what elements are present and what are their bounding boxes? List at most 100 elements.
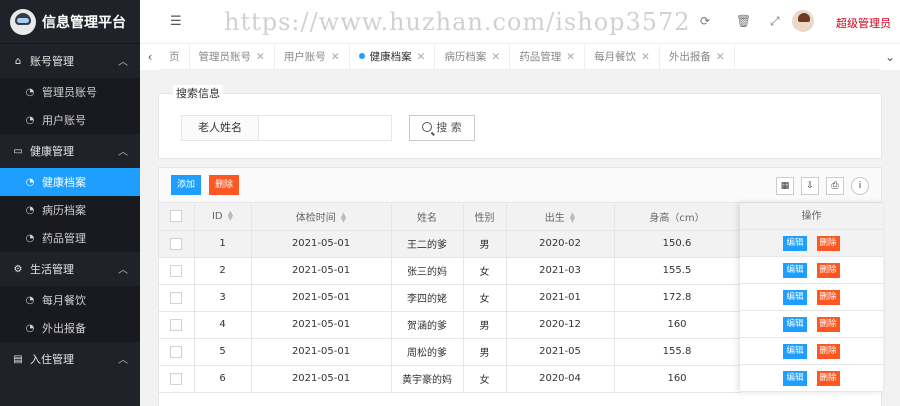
- edit-button[interactable]: 编辑: [783, 316, 807, 332]
- select-all-cell[interactable]: [159, 203, 195, 231]
- tab-medicine[interactable]: 药品管理 ✕: [510, 44, 586, 70]
- tab-outing-report[interactable]: 外出报备 ✕: [660, 44, 735, 70]
- item-label: 病历档案: [42, 204, 86, 217]
- close-icon[interactable]: ✕: [566, 51, 575, 63]
- table-row[interactable]: 4 2021-05-01 贺涵的爹男 2020-12 160: [159, 311, 741, 339]
- chevron-up-icon: ︿: [118, 57, 128, 68]
- add-button[interactable]: 添加: [171, 175, 202, 195]
- tab-medical-record[interactable]: 病历档案 ✕: [435, 44, 511, 70]
- row-select-cell[interactable]: [159, 230, 195, 258]
- edit-button[interactable]: 编辑: [783, 343, 807, 359]
- row-select-cell[interactable]: [159, 311, 195, 339]
- close-icon[interactable]: ✕: [716, 51, 725, 63]
- sidebar-item-monthly-meal[interactable]: ◔ 每月餐饮: [0, 286, 140, 314]
- columns-filter-icon[interactable]: ▦: [776, 177, 794, 195]
- col-header-date[interactable]: 体检时间 ▲ ▼: [251, 203, 392, 231]
- refresh-icon[interactable]: ⟳: [700, 14, 710, 28]
- delete-button[interactable]: 删除: [209, 175, 240, 195]
- chevron-up-icon: ︿: [118, 265, 128, 276]
- row-checkbox[interactable]: [170, 372, 183, 385]
- name-search-input[interactable]: [258, 115, 392, 141]
- cell-name: 王二的爹: [391, 230, 464, 258]
- sidebar-item-medical-record[interactable]: ◔ 病历档案: [0, 196, 140, 224]
- tab-user-account[interactable]: 用户账号 ✕: [275, 44, 350, 70]
- sidebar-group-life[interactable]: ⚙ 生活管理 ︿: [0, 252, 140, 286]
- cell-birth: 2020-04: [506, 365, 615, 393]
- sidebar-group-checkin[interactable]: ▤ 入住管理 ︿: [0, 342, 140, 376]
- gauge-icon: ◔: [25, 322, 35, 334]
- cell-height: 150.6: [614, 230, 741, 258]
- sidebar-item-outing-report[interactable]: ◔ 外出报备: [0, 314, 140, 342]
- col-header-birth[interactable]: 出生 ▲ ▼: [506, 203, 615, 231]
- sidebar-item-medicine[interactable]: ◔ 药品管理: [0, 224, 140, 252]
- table-row[interactable]: 1 2021-05-01 王二的爹男 2020-02 150.6: [159, 230, 741, 258]
- chevron-up-icon: ︿: [118, 355, 128, 366]
- fullscreen-icon[interactable]: ⤢: [770, 14, 780, 29]
- row-delete-button[interactable]: 删除: [816, 235, 840, 251]
- menu-toggle-icon[interactable]: ☰: [170, 14, 182, 29]
- table-row[interactable]: 2 2021-05-01 张三的妈女 2021-03 155.5: [159, 257, 741, 285]
- sort-icon[interactable]: ▲ ▼: [570, 211, 575, 223]
- edit-button[interactable]: 编辑: [783, 370, 807, 386]
- row-checkbox[interactable]: [170, 345, 183, 358]
- trash-icon[interactable]: 🗑: [736, 14, 751, 28]
- close-icon[interactable]: ✕: [417, 51, 426, 63]
- cell-height: 160: [614, 365, 741, 393]
- tab-monthly-meal[interactable]: 每月餐饮 ✕: [585, 44, 660, 70]
- export-icon[interactable]: ⇩: [801, 177, 819, 195]
- tab-health-record[interactable]: 健康档案 ✕: [350, 44, 436, 70]
- print-icon[interactable]: ⎙: [826, 177, 844, 195]
- sort-icon[interactable]: ▲ ▼: [228, 209, 233, 221]
- sidebar-group-account[interactable]: ⌂ 账号管理 ︿: [0, 44, 140, 78]
- close-icon[interactable]: ✕: [641, 51, 650, 63]
- select-all-checkbox[interactable]: [170, 210, 183, 223]
- edit-button[interactable]: 编辑: [783, 289, 807, 305]
- table-row[interactable]: 5 2021-05-01 周松的爹男 2021-05 155.8: [159, 338, 741, 366]
- sidebar-group-health[interactable]: ▭ 健康管理 ︿: [0, 134, 140, 168]
- row-delete-button[interactable]: 删除: [816, 370, 840, 386]
- row-select-cell[interactable]: [159, 284, 195, 312]
- cell-birth: 2021-01: [506, 284, 615, 312]
- app-logo[interactable]: 信息管理平台: [0, 0, 140, 44]
- row-checkbox[interactable]: [170, 318, 183, 331]
- row-delete-button[interactable]: 删除: [816, 316, 840, 332]
- row-delete-button[interactable]: 删除: [816, 289, 840, 305]
- search-button[interactable]: 搜 索: [409, 115, 475, 141]
- col-header-id[interactable]: ID ▲ ▼: [194, 203, 252, 231]
- row-delete-button[interactable]: 删除: [816, 262, 840, 278]
- col-label: ID: [211, 210, 223, 222]
- user-avatar[interactable]: [792, 10, 814, 32]
- table-header-row: ID ▲ ▼ 体检时间 ▲ ▼ 姓名 性别 出生 ▲ ▼ 身高（cm）: [159, 203, 741, 231]
- sort-icon[interactable]: ▲ ▼: [341, 211, 346, 223]
- tab-scroll-left-icon[interactable]: ‹: [140, 44, 160, 70]
- row-delete-button[interactable]: 删除: [816, 343, 840, 359]
- search-legend: 搜索信息: [173, 85, 223, 101]
- row-checkbox[interactable]: [170, 291, 183, 304]
- row-select-cell[interactable]: [159, 257, 195, 285]
- tab-admin-account[interactable]: 管理员账号 ✕: [190, 44, 275, 70]
- sidebar-item-admin-account[interactable]: ◔ 管理员账号: [0, 78, 140, 106]
- close-icon[interactable]: ✕: [256, 51, 265, 63]
- row-select-cell[interactable]: [159, 338, 195, 366]
- edit-button[interactable]: 编辑: [783, 262, 807, 278]
- tab-dropdown-icon[interactable]: ⌄: [880, 44, 900, 70]
- table-row[interactable]: 3 2021-05-01 李四的姥女 2021-01 172.8: [159, 284, 741, 312]
- tab-home[interactable]: 页: [160, 44, 190, 70]
- user-name[interactable]: 超级管理员: [836, 15, 891, 31]
- sidebar-item-user-account[interactable]: ◔ 用户账号: [0, 106, 140, 134]
- info-icon[interactable]: i: [851, 177, 869, 195]
- tab-label: 管理员账号: [198, 51, 252, 63]
- close-icon[interactable]: ✕: [331, 51, 340, 63]
- item-label: 每月餐饮: [42, 294, 86, 307]
- cell-date: 2021-05-01: [251, 284, 392, 312]
- row-select-cell[interactable]: [159, 365, 195, 393]
- sidebar-item-health-record[interactable]: ◔ 健康档案: [0, 168, 140, 196]
- row-checkbox[interactable]: [170, 264, 183, 277]
- edit-button[interactable]: 编辑: [783, 235, 807, 251]
- cell-id: 6: [194, 365, 252, 393]
- close-icon[interactable]: ✕: [491, 51, 500, 63]
- table-row[interactable]: 6 2021-05-01 黄宇豪的妈女 2020-04 160: [159, 365, 741, 393]
- row-checkbox[interactable]: [170, 237, 183, 250]
- tab-bar: ‹ 页 管理员账号 ✕ 用户账号 ✕ 健康档案 ✕ 病历档案 ✕ 药品管理 ✕ 每月餐饮 ✕…: [140, 44, 900, 70]
- search-button-label: 搜 索: [436, 121, 462, 134]
